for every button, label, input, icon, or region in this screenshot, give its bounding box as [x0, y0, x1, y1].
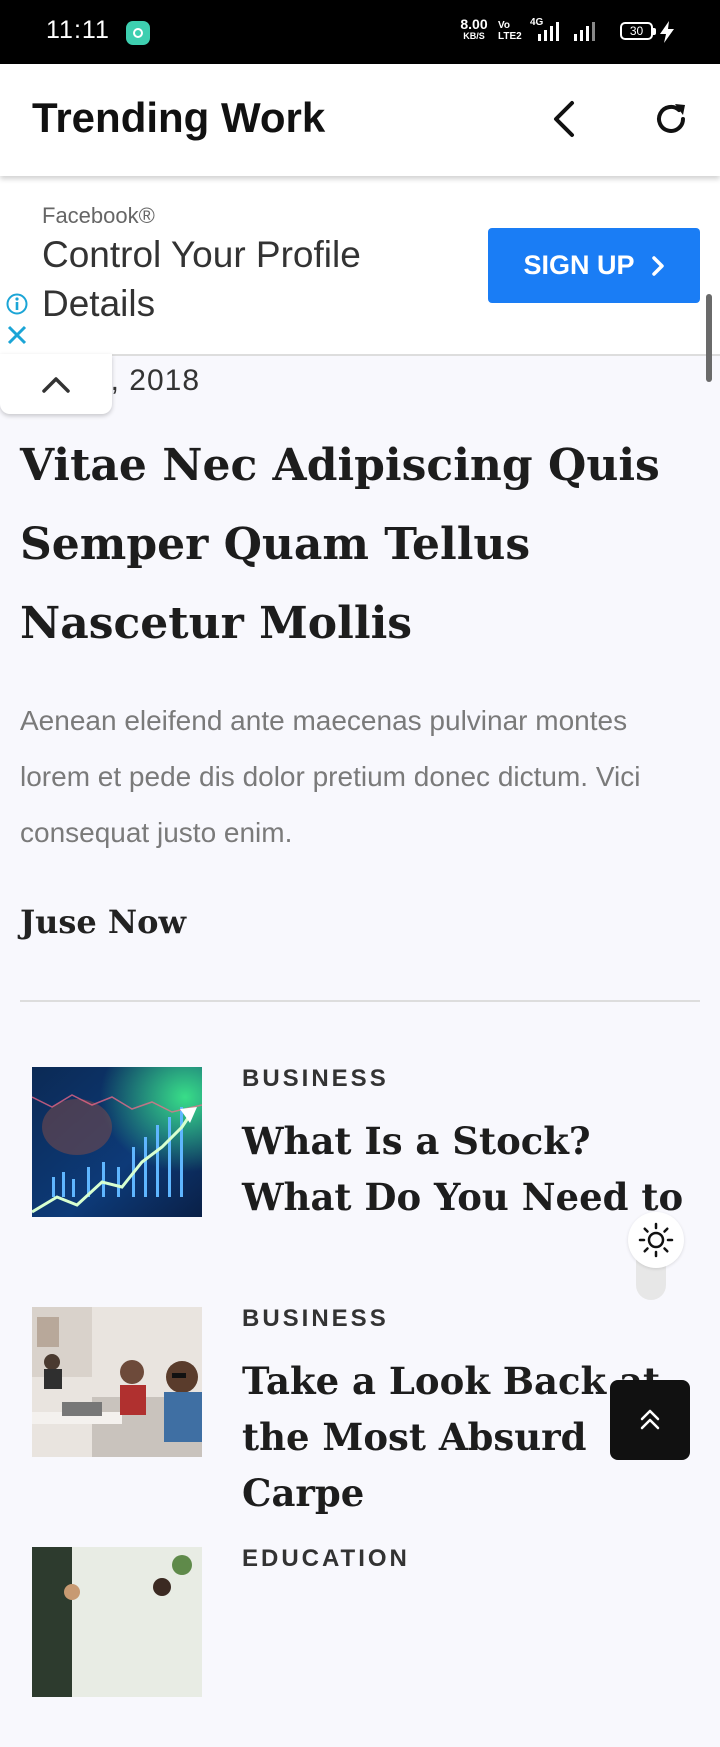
battery-icon: 30 — [620, 22, 656, 40]
post-category[interactable]: EDUCATION — [242, 1545, 410, 1573]
ad-brand: Facebook® — [42, 203, 155, 228]
read-now-link[interactable]: Juse Now — [20, 903, 186, 941]
refresh-icon — [657, 104, 685, 133]
ad-signup-button[interactable]: SIGN UP — [488, 228, 700, 303]
sun-icon — [638, 1222, 674, 1258]
ad-banner[interactable]: Facebook® Control Your Profile Details S… — [0, 176, 720, 356]
divider — [20, 1000, 700, 1002]
list-item[interactable]: BUSINESS What Is a Stock? What Do You Ne… — [0, 1065, 720, 1267]
refresh-button[interactable] — [646, 94, 696, 144]
double-chevron-up-icon — [640, 1409, 660, 1430]
signal-strength-2-icon — [574, 22, 595, 41]
status-time: 11:11 — [46, 16, 110, 44]
post-category[interactable]: BUSINESS — [242, 1065, 389, 1093]
volte-bottom: LTE2 — [498, 31, 522, 42]
list-item[interactable]: EDUCATION — [0, 1545, 720, 1747]
post-category[interactable]: BUSINESS — [242, 1305, 389, 1333]
signal-strength-icon — [538, 22, 559, 41]
page-title: Trending Work — [32, 94, 326, 141]
ad-info-icon[interactable] — [6, 293, 28, 315]
ad-close-icon[interactable] — [6, 324, 28, 346]
network-speed: 8.00 KB/S — [455, 16, 493, 42]
collapse-ad-button[interactable] — [0, 354, 112, 414]
chevron-left-icon — [554, 101, 574, 137]
volte-indicator: Vo LTE2 — [498, 20, 522, 42]
volte-top: Vo — [498, 20, 511, 31]
app-header: Trending Work — [0, 64, 720, 176]
status-bar: 11:11 8.00 KB/S Vo LTE2 4G 30 — [0, 0, 720, 64]
charging-icon — [660, 21, 674, 43]
chevron-up-icon — [42, 377, 70, 393]
theme-toggle-button[interactable] — [628, 1212, 684, 1268]
post-thumbnail-office-people[interactable] — [32, 1307, 202, 1457]
network-speed-value: 8.00 — [460, 16, 488, 32]
post-title[interactable]: What Is a Stock? What Do You Need to — [242, 1113, 702, 1225]
scrollbar[interactable] — [706, 294, 712, 382]
post-thumbnail-classroom[interactable] — [32, 1547, 202, 1697]
post-thumbnail-stock-chart[interactable] — [32, 1067, 202, 1217]
back-to-top-button[interactable] — [610, 1380, 690, 1460]
ad-headline[interactable]: Control Your Profile Details — [42, 230, 462, 328]
chevron-right-icon — [651, 255, 664, 276]
article-excerpt: Aenean eleifend ante maecenas pulvinar m… — [20, 705, 641, 848]
ad-signup-label: SIGN UP — [523, 250, 635, 280]
back-button[interactable] — [540, 94, 590, 144]
article-title[interactable]: Vitae Nec Adipiscing Quis Semper Quam Te… — [20, 426, 700, 663]
app-notification-icon — [126, 21, 150, 45]
